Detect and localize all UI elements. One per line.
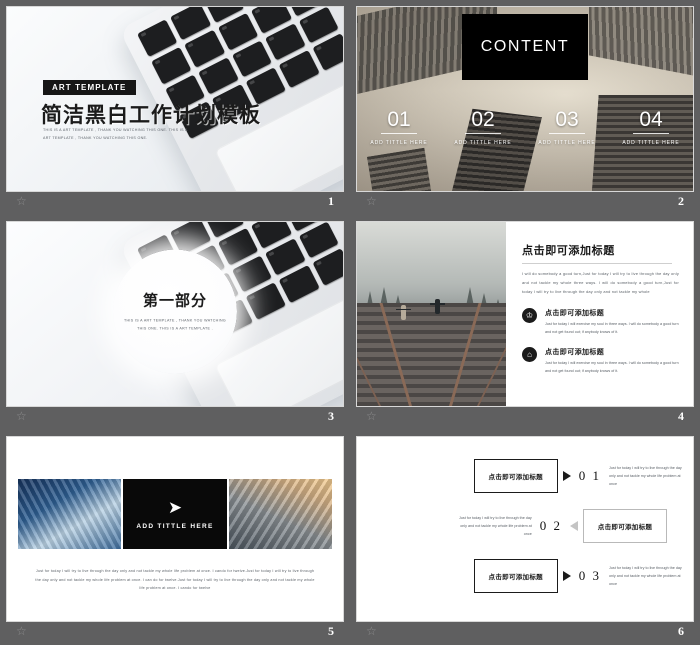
feature-title: 点击即可添加标题: [545, 308, 605, 317]
slide-3-title: 第一部分: [142, 291, 207, 310]
person-right: [430, 299, 445, 314]
content-item-number: 02: [471, 108, 495, 131]
slide-4-title: 点击即可添加标题: [522, 244, 615, 257]
process-number-1: 0 1: [578, 468, 601, 483]
page-number-1: 1: [328, 194, 334, 208]
content-item-caption: ADD TITTLE HERE: [454, 140, 512, 146]
panel-title-black[interactable]: ➤ ADD TITTLE HERE: [123, 479, 227, 549]
content-item-03[interactable]: 03 ADD TITTLE HERE: [525, 109, 609, 147]
content-heading-label: CONTENT: [480, 38, 570, 55]
process-row-3[interactable]: 点击即可添加标题 0 3 Just for today I will try t…: [383, 559, 683, 593]
slide-cell-2: CONTENT 01 ADD TITTLE HERE 02 ADD TITTLE…: [350, 0, 700, 215]
star-icon[interactable]: ☆: [366, 625, 379, 638]
content-item-02[interactable]: 02 ADD TITTLE HERE: [441, 109, 525, 147]
star-icon[interactable]: ☆: [16, 410, 29, 423]
arrow-right-icon: [562, 571, 571, 581]
feature-item-1[interactable]: ♔ 点击即可添加标题 Just for today I will exercis…: [522, 307, 679, 337]
slide-3[interactable]: 第一部分 THIS IS A ART TEMPLATE , THANK YOU …: [6, 221, 344, 407]
panel-label: ADD TITTLE HERE: [136, 522, 214, 530]
slide-4-footer: ☆ 4: [356, 407, 694, 430]
paper-plane-icon: ➤: [167, 497, 183, 517]
feature-text: Just for today I will exercise my soul i…: [545, 361, 679, 374]
content-item-caption: ADD TITTLE HERE: [370, 140, 428, 146]
slide-cell-5: ➤ ADD TITTLE HERE Just for today I will …: [0, 430, 350, 645]
process-row-1[interactable]: 点击即可添加标题 0 1 Just for today I will try t…: [383, 459, 683, 493]
underline-rule: [465, 133, 501, 134]
page-number-2: 2: [678, 194, 684, 208]
slide-cell-6: 点击即可添加标题 0 1 Just for today I will try t…: [350, 430, 700, 645]
slide-5[interactable]: ➤ ADD TITTLE HERE Just for today I will …: [6, 436, 344, 622]
process-box-2[interactable]: 点击即可添加标题: [583, 509, 667, 543]
feature-text: Just for today I will exercise my soul i…: [545, 321, 679, 334]
page-number-5: 5: [328, 624, 334, 638]
railway-photo: [357, 222, 506, 406]
slide-cell-4: 点击即可添加标题 I will do somebody a good turn,…: [350, 215, 700, 430]
slide-1-subtitle: THIS IS A ART TEMPLATE , THANK YOU WATCH…: [43, 128, 188, 140]
home-icon: ⌂: [522, 347, 537, 363]
trophy-icon: ♔: [522, 307, 537, 323]
process-text-3: Just for today I will try to live throug…: [609, 565, 682, 587]
panel-blue-photo[interactable]: [18, 479, 122, 549]
page-number-4: 4: [678, 409, 684, 423]
slide-4[interactable]: 点击即可添加标题 I will do somebody a good turn,…: [356, 221, 694, 407]
person-left: [396, 304, 411, 320]
slide-6[interactable]: 点击即可添加标题 0 1 Just for today I will try t…: [356, 436, 694, 622]
content-item-01[interactable]: 01 ADD TITTLE HERE: [357, 109, 441, 147]
panel-warm-photo[interactable]: [228, 479, 332, 549]
content-item-caption: ADD TITTLE HERE: [538, 140, 596, 146]
page-number-3: 3: [328, 409, 334, 423]
star-icon[interactable]: ☆: [366, 195, 379, 208]
content-item-number: 01: [387, 108, 411, 131]
slide-cell-1: ART TEMPLATE 简洁黑白工作计划模板 THIS IS A ART TE…: [0, 0, 350, 215]
slide-1-title: 简洁黑白工作计划模板: [41, 103, 261, 127]
process-box-1[interactable]: 点击即可添加标题: [473, 459, 558, 493]
slide-1-footer: ☆ 1: [6, 192, 344, 215]
slide-2[interactable]: CONTENT 01 ADD TITTLE HERE 02 ADD TITTLE…: [356, 6, 694, 192]
section-circle: 第一部分 THIS IS A ART TEMPLATE , THANK YOU …: [113, 249, 237, 374]
content-item-number: 03: [555, 108, 579, 131]
art-template-badge: ART TEMPLATE: [43, 80, 137, 95]
process-text-2: Just for today I will try to live throug…: [458, 515, 532, 537]
underline-rule: [381, 133, 417, 134]
star-icon[interactable]: ☆: [16, 195, 29, 208]
content-item-number: 04: [639, 108, 663, 131]
star-icon[interactable]: ☆: [16, 625, 29, 638]
slide-4-content: 点击即可添加标题 I will do somebody a good turn,…: [506, 222, 693, 406]
slide-6-footer: ☆ 6: [356, 622, 694, 645]
underline-rule: [549, 133, 585, 134]
page-number-6: 6: [678, 624, 684, 638]
content-heading-box: CONTENT: [462, 14, 588, 80]
content-items: 01 ADD TITTLE HERE 02 ADD TITTLE HERE 03…: [357, 109, 693, 147]
title-divider: [522, 263, 672, 264]
process-number-2: 0 2: [539, 518, 562, 533]
process-row-2[interactable]: 点击即可添加标题 0 2 Just for today I will try t…: [367, 509, 667, 543]
image-panels: ➤ ADD TITTLE HERE: [18, 479, 332, 549]
content-item-caption: ADD TITTLE HERE: [622, 140, 680, 146]
feature-item-2[interactable]: ⌂ 点击即可添加标题 Just for today I will exercis…: [522, 347, 679, 376]
content-item-04[interactable]: 04 ADD TITTLE HERE: [609, 109, 693, 147]
slide-5-paragraph: Just for today I will try to live throug…: [35, 569, 315, 591]
arrow-left-icon: [570, 521, 578, 531]
process-text-1: Just for today I will try to live throug…: [609, 465, 682, 487]
star-icon[interactable]: ☆: [366, 410, 379, 423]
slide-3-subtitle: THIS IS A ART TEMPLATE , THANK YOU WATCH…: [123, 318, 227, 331]
slide-2-footer: ☆ 2: [356, 192, 694, 215]
slide-3-footer: ☆ 3: [6, 407, 344, 430]
process-number-3: 0 3: [578, 568, 601, 583]
process-box-3[interactable]: 点击即可添加标题: [473, 559, 558, 593]
slide-thumbnail-grid: ART TEMPLATE 简洁黑白工作计划模板 THIS IS A ART TE…: [0, 0, 700, 645]
slide-cell-3: 第一部分 THIS IS A ART TEMPLATE , THANK YOU …: [0, 215, 350, 430]
slide-1[interactable]: ART TEMPLATE 简洁黑白工作计划模板 THIS IS A ART TE…: [6, 6, 344, 192]
slide-4-paragraph: I will do somebody a good turn,Just for …: [522, 271, 679, 294]
underline-rule: [633, 133, 669, 134]
arrow-right-icon: [562, 471, 571, 481]
slide-5-footer: ☆ 5: [6, 622, 344, 645]
feature-title: 点击即可添加标题: [545, 348, 605, 357]
